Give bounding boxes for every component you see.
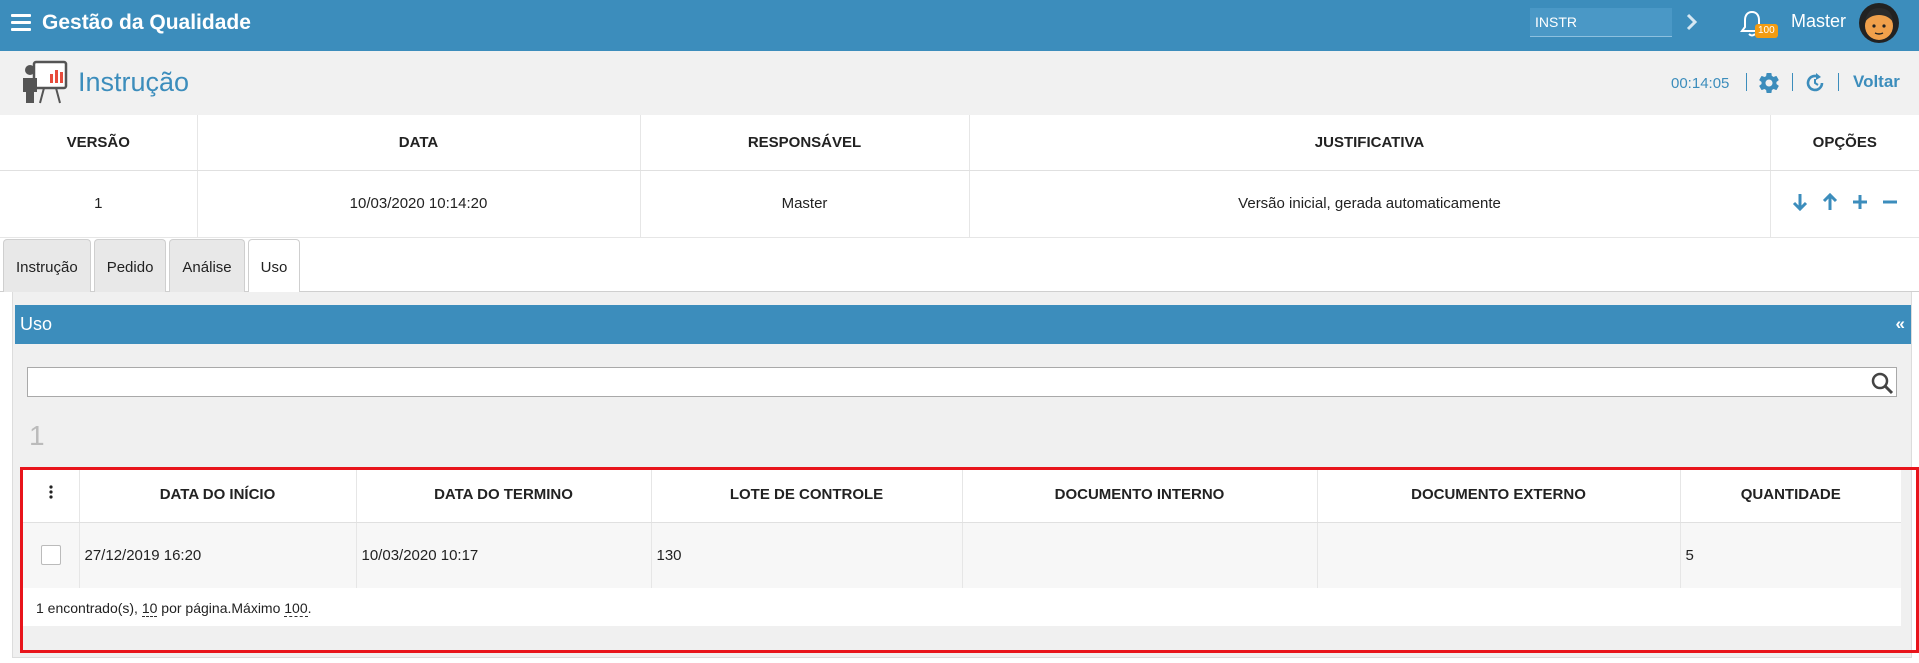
arrow-up-icon[interactable] [1821,192,1839,212]
column-header[interactable]: DATA DO TERMINO [356,467,652,523]
collapse-icon[interactable]: « [1896,314,1905,334]
uso-table: DATA DO INÍCIO DATA DO TERMINO LOTE DE C… [23,467,1901,588]
column-header[interactable]: DATA [197,115,641,171]
session-timer: 00:14:05 [1671,75,1730,92]
user-avatar[interactable] [1858,2,1900,44]
versions-table: VERSÃO DATA RESPONSÁVEL JUSTIFICATIVA OP… [0,115,1919,238]
row-select-cell [23,522,80,588]
tab-pedido[interactable]: Pedido [93,239,167,292]
quick-search-input[interactable] [1530,8,1672,37]
column-header[interactable]: VERSÃO [0,115,198,171]
divider [1746,73,1747,91]
minus-icon[interactable] [1881,192,1899,212]
version-cell: 1 [0,170,198,238]
found-count-text: 1 encontrado(s), [36,600,142,616]
max-results-link[interactable]: 100 [284,600,308,617]
column-options-menu[interactable] [23,467,80,523]
column-header[interactable]: RESPONSÁVEL [640,115,970,171]
panel-title: Uso [20,314,53,334]
tab-bar: Instrução Pedido Análise Uso [3,239,303,293]
chevron-right-icon[interactable] [1682,10,1702,34]
date-cell: 10/03/2020 10:14:20 [197,170,641,238]
column-header[interactable]: DOCUMENTO EXTERNO [1317,467,1681,523]
uso-panel: Uso « 1 DATA DO INÍCIO DATA DO TERMINO L… [12,292,1912,658]
page-number[interactable]: 1 [29,420,45,452]
panel-header: Uso « [15,305,1911,344]
hamburger-menu-icon[interactable] [11,14,31,32]
tab-instrucao[interactable]: Instrução [3,239,91,292]
column-header: OPÇÕES [1770,115,1919,171]
search-icon[interactable] [1870,371,1894,395]
plus-icon[interactable] [1851,192,1869,212]
column-header[interactable]: DOCUMENTO INTERNO [962,467,1318,523]
tab-analise[interactable]: Análise [169,239,245,292]
column-header[interactable]: DATA DO INÍCIO [79,467,357,523]
end-date-cell: 10/03/2020 10:17 [356,522,652,588]
user-name[interactable]: Master [1791,11,1846,32]
column-header[interactable]: LOTE DE CONTROLE [651,467,963,523]
divider [1838,73,1839,91]
search-box [27,367,1897,397]
notification-badge: 100 [1755,24,1778,38]
external-doc-cell [1317,522,1681,588]
start-date-cell: 27/12/2019 16:20 [79,522,357,588]
column-header[interactable]: QUANTIDADE [1680,467,1901,523]
search-input[interactable] [28,368,1858,396]
page-header: Instrução 00:14:05 Voltar [0,51,1919,115]
column-header[interactable]: JUSTIFICATIVA [969,115,1771,171]
table-row[interactable]: 1 10/03/2020 10:14:20 Master Versão inic… [0,170,1919,238]
tab-uso[interactable]: Uso [247,239,301,293]
gear-icon[interactable] [1757,71,1781,95]
per-page-text: por página.Máximo [157,600,285,616]
footer-end: . [307,600,312,616]
divider [1792,73,1793,91]
internal-doc-cell [962,522,1318,588]
per-page-link[interactable]: 10 [141,600,158,617]
quantity-cell: 5 [1680,522,1901,588]
arrow-down-icon[interactable] [1791,192,1809,212]
responsible-cell: Master [640,170,970,238]
justification-cell: Versão inicial, gerada automaticamente [969,170,1771,238]
back-link[interactable]: Voltar [1853,72,1900,92]
vertical-dots-icon[interactable] [48,484,54,500]
top-navbar: Gestão da Qualidade 100 Master [0,0,1919,51]
page-title: Instrução [78,67,190,97]
lot-cell: 130 [651,522,963,588]
pagination-info: 1 encontrado(s), 10 por página.Máximo 10… [23,588,1901,626]
app-title: Gestão da Qualidade [42,11,251,34]
presentation-board-icon [23,60,68,104]
history-refresh-icon[interactable] [1803,71,1827,95]
table-row[interactable]: 27/12/2019 16:20 10/03/2020 10:17 130 5 [23,522,1901,588]
options-cell [1770,170,1919,238]
row-checkbox[interactable] [40,545,61,566]
